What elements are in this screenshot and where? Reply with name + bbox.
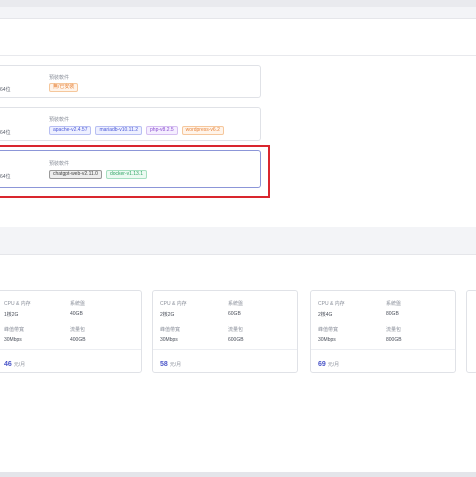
software-tag: php-v8.2.5 [146,126,178,135]
software-label: 預裝軟件 [49,117,70,123]
disk-label: 系統盤 [386,301,402,307]
disk-value: 80GB [386,311,399,317]
price-value: 69 [318,361,326,368]
image-arch: 64位 [0,130,11,136]
cpu-label: CPU & 内存 [160,301,187,307]
disk-label: 系統盤 [70,301,86,307]
image-arch: 64位 [0,87,11,93]
card-divider [0,349,141,350]
price-value: 46 [4,361,12,368]
software-tag: 無/已安裝 [49,83,79,92]
traffic-label: 流量包 [386,327,402,333]
disk-value: 40GB [70,311,83,317]
bandwidth-value: 30Mbps [4,337,22,343]
cpu-value: 2核2G [160,312,175,318]
traffic-label: 流量包 [228,327,244,333]
cpu-value: 1核2G [4,312,19,318]
bottom-bar [0,472,476,477]
card-divider [311,349,455,350]
price: 69 元/月 [318,361,339,368]
price-value: 58 [160,361,168,368]
disk-label: 系統盤 [228,301,244,307]
cpu-value: 2核4G [318,312,333,318]
bandwidth-label: 峰值帶寬 [160,327,181,333]
package-card[interactable]: CPU & 内存 2核2G 系統盤 60GB 峰值帶寬 30Mbps 流量包 6… [152,290,298,373]
software-tags: apache-v2.4.57 mariadb-v10.11.2 php-v8.2… [49,126,224,135]
card-divider [153,349,297,350]
price: 46 元/月 [4,361,25,368]
cpu-label: CPU & 内存 [4,301,31,307]
package-card[interactable]: CPU & 内存 1核2G 系統盤 40GB 峰值帶寬 30Mbps 流量包 4… [0,290,142,373]
bandwidth-label: 峰值帶寬 [4,327,25,333]
top-bar [0,0,476,7]
traffic-value: 600GB [228,337,244,343]
traffic-value: 400GB [70,337,86,343]
software-tag: mariadb-v10.11.2 [95,126,143,135]
disk-value: 60GB [228,311,241,317]
package-card-partial[interactable] [466,290,476,373]
bandwidth-value: 30Mbps [160,337,178,343]
image-card[interactable]: 64位 預裝軟件 無/已安裝 [0,65,261,98]
software-tags: 無/已安裝 [49,83,79,92]
price-unit: 元/月 [13,362,26,368]
image-card[interactable]: 64位 預裝軟件 apache-v2.4.57 mariadb-v10.11.2… [0,107,261,141]
software-tag: wordpress-v6.2 [181,126,224,135]
bandwidth-value: 30Mbps [318,337,336,343]
price-unit: 元/月 [327,362,340,368]
traffic-label: 流量包 [70,327,86,333]
cpu-label: CPU & 内存 [318,301,345,307]
highlight-outline [0,145,270,198]
price-unit: 元/月 [169,362,182,368]
price: 58 元/月 [160,361,181,368]
software-tag: apache-v2.4.57 [49,126,92,135]
bandwidth-label: 峰值帶寬 [318,327,339,333]
software-label: 預裝軟件 [49,75,70,81]
panel-divider [0,55,476,56]
traffic-value: 800GB [386,337,402,343]
package-card[interactable]: CPU & 内存 2核4G 系統盤 80GB 峰值帶寬 30Mbps 流量包 8… [310,290,456,373]
